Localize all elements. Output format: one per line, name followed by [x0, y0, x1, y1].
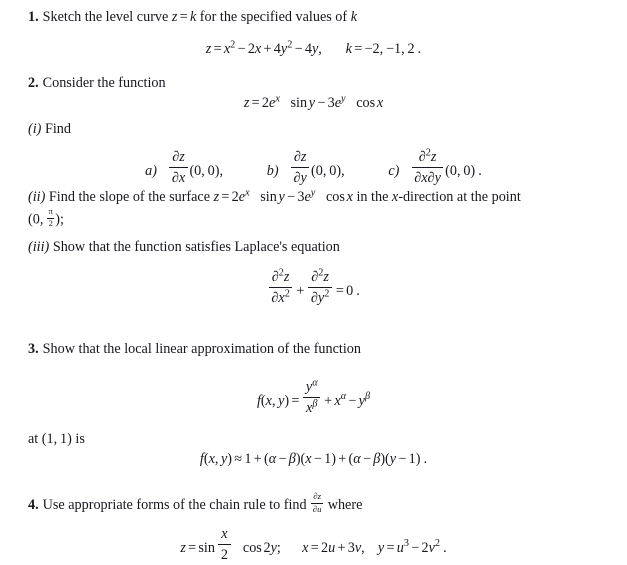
partial2-z-partial-x-partial-y: ∂2z ∂x∂y	[411, 148, 444, 188]
partial2-z-partial-y2: ∂2z ∂y2	[308, 268, 332, 308]
item-b-label: b)	[266, 162, 279, 179]
part-ii-text-post: -direction at the point	[398, 189, 521, 205]
problem-3-number: 3.	[28, 341, 39, 357]
problem-4-text-post: where	[327, 496, 363, 513]
problem-2-part-i-items: a) ∂z ∂x (0, 0), b) ∂z ∂y (0, 0), c) ∂2z ∂x∂y (0,…	[0, 148, 627, 188]
item-a: a) ∂z ∂x (0, 0),	[145, 148, 224, 188]
part-ii-text-pre: Find the slope of the surface	[48, 189, 211, 205]
problem-3-function: f(x, y) = yα xβ + xα − yβ	[256, 377, 371, 418]
problem-1-text-post: for the specified values of	[199, 9, 348, 25]
item-c-label: c)	[388, 162, 400, 179]
part-i-text: Find	[44, 121, 71, 137]
problem-4-number: 4.	[28, 496, 39, 513]
problem-4-equation: z = sin x 2 cos 2y; x = 2u +3v, y = u3−2v2.	[180, 525, 447, 565]
problem-2-statement: 2. Consider the function	[28, 74, 617, 93]
problem-2-number: 2.	[28, 75, 39, 91]
part-ii-roman: (ii)	[28, 189, 46, 205]
item-c: c) ∂2z ∂x∂y (0, 0).	[388, 147, 482, 188]
problem-2-function: z = 2ex sin y −3ey cos x	[243, 93, 384, 111]
problem-3-at-point: at (1, 1) is	[28, 430, 617, 449]
partial-z-partial-u: ∂z ∂u	[311, 491, 324, 515]
x-over-2: x2	[218, 525, 231, 565]
problem-2-text: Consider the function	[42, 75, 166, 91]
part-ii-text-mid: in the	[356, 189, 389, 205]
problem-2-part-ii: (ii) Find the slope of the surface z = 2ex…	[28, 188, 617, 230]
partial2-z-partial-x2: ∂2z ∂x2	[268, 268, 293, 308]
problem-1-equation: z = x2−2x +4y2−4y, k = −2, −1, 2.	[205, 39, 422, 57]
point-1-1: (1, 1)	[41, 431, 72, 447]
problem-1-text-pre: Sketch the level curve	[42, 9, 169, 25]
problem-1-number: 1.	[28, 9, 39, 25]
item-a-label: a)	[145, 162, 157, 179]
problem-3-text: Show that the local linear approximation…	[42, 341, 361, 357]
document-page: 1. Sketch the level curve z = k for the spe…	[0, 0, 627, 563]
problem-1-statement: 1. Sketch the level curve z = k for the spe…	[28, 8, 617, 27]
part-ii-inline-function: z = 2ex sin y −3ey cos x	[213, 187, 353, 205]
partial-z-partial-x: ∂z ∂x	[169, 148, 188, 188]
item-b: b) ∂z ∂y (0, 0),	[266, 148, 345, 188]
partial-z-partial-y: ∂z ∂y	[290, 148, 310, 188]
problem-4-text-pre: Use appropriate forms of the chain rule …	[42, 496, 307, 513]
problem-2-part-iii: (iii) Show that the function satisfies L…	[28, 238, 617, 257]
problem-3-approximation: f(x, y) ≈1 + (α − β)(x −1) + (α − β)(y −1).	[199, 451, 428, 467]
problem-2-part-i: (i) Find	[28, 120, 617, 139]
laplace-equation: ∂2z ∂x2 + ∂2z ∂y2 = 0.	[0, 268, 627, 308]
problem-1-variable-k: k	[350, 9, 357, 25]
part-i-roman: (i)	[28, 121, 42, 137]
problem-4-statement: 4. Use appropriate forms of the chain rul…	[28, 491, 617, 516]
problem-1-inline-math: z = k	[171, 9, 197, 25]
is-label: is	[75, 431, 85, 447]
y-alpha-over-x-beta: yα xβ	[303, 378, 321, 418]
problem-3-statement: 3. Show that the local linear approximati…	[28, 340, 617, 359]
part-iii-roman: (iii)	[28, 239, 50, 255]
part-iii-text: Show that the function satisfies Laplace…	[52, 239, 340, 255]
part-ii-point: (0, π 2);	[28, 206, 64, 229]
at-label: at	[28, 431, 39, 447]
